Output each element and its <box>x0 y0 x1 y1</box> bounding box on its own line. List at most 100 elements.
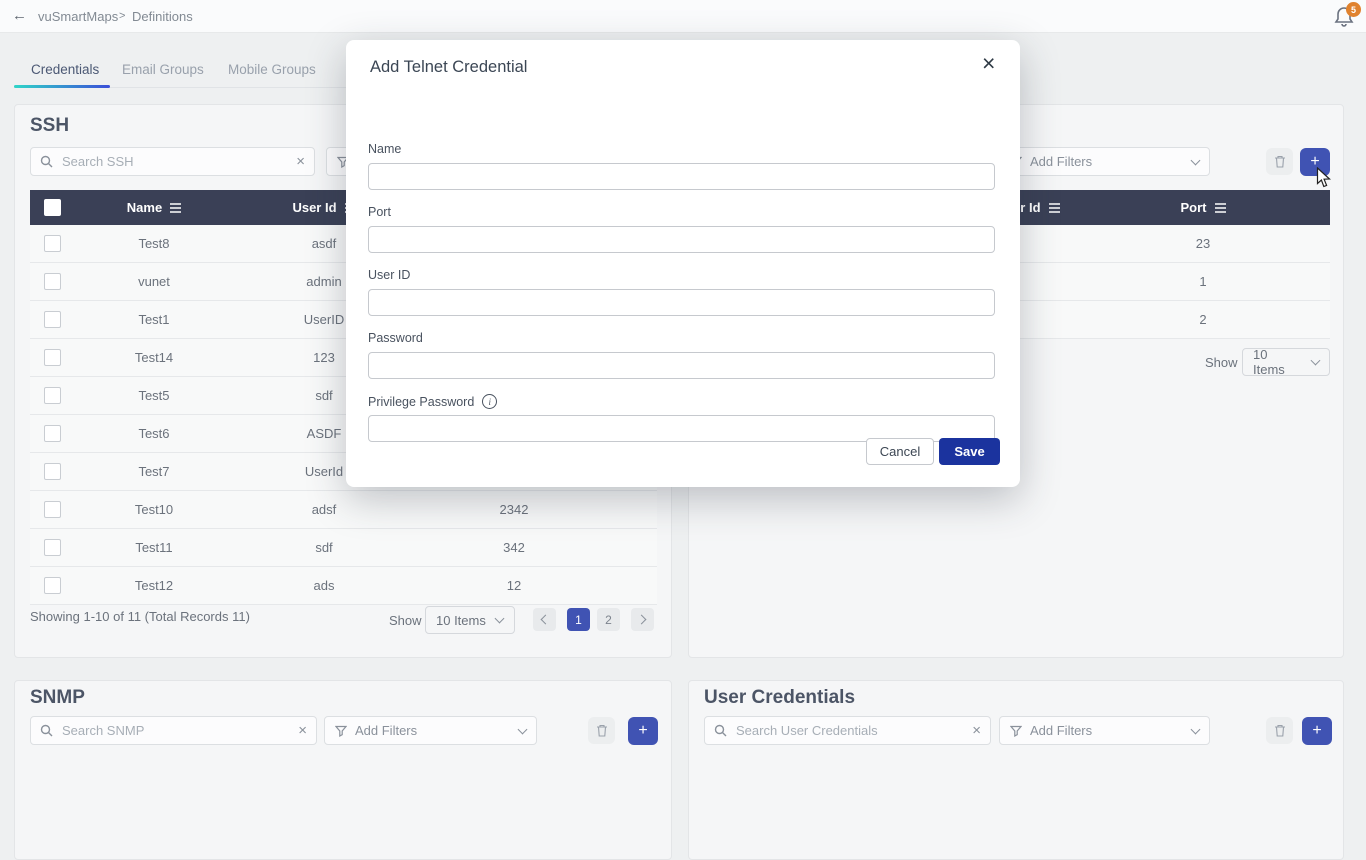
pager-prev-button[interactable] <box>533 608 556 631</box>
breadcrumb-current: Definitions <box>132 9 193 24</box>
chevron-left-icon <box>541 615 551 625</box>
row-checkbox[interactable] <box>44 273 61 290</box>
row-checkbox[interactable] <box>44 387 61 404</box>
cell-user-id: sdf <box>234 540 414 555</box>
field-label-password: Password <box>368 331 423 345</box>
cell-name: Test7 <box>74 464 234 479</box>
notification-badge: 5 <box>1346 2 1361 17</box>
clear-search-icon[interactable]: × <box>298 723 307 738</box>
trash-icon <box>1274 724 1286 737</box>
user-credentials-filters-dropdown[interactable]: Add Filters <box>999 716 1210 745</box>
field-label-privilege-password: Privilege Password i <box>368 394 497 409</box>
cell-port: 2342 <box>414 502 614 517</box>
cell-name: vunet <box>74 274 234 289</box>
field-label-user-id: User ID <box>368 268 410 282</box>
select-all-checkbox[interactable] <box>44 199 61 216</box>
telnet-page-size-select[interactable]: 10 Items <box>1242 348 1330 376</box>
cell-port: 1 <box>1128 274 1278 289</box>
tab-email-groups[interactable]: Email Groups <box>122 62 204 77</box>
row-checkbox[interactable] <box>44 235 61 252</box>
snmp-section-title: SNMP <box>30 687 85 709</box>
chevron-down-icon <box>1191 724 1201 734</box>
password-field[interactable] <box>368 352 995 379</box>
snmp-card <box>14 680 672 860</box>
ssh-search-input[interactable] <box>60 153 289 170</box>
name-field[interactable] <box>368 163 995 190</box>
cell-name: Test1 <box>74 312 234 327</box>
chevron-down-icon <box>494 614 504 624</box>
row-checkbox[interactable] <box>44 425 61 442</box>
search-icon <box>40 155 53 168</box>
telnet-filters-dropdown[interactable]: Add Filters <box>999 147 1210 176</box>
table-row: Test11sdf342 <box>30 529 657 567</box>
snmp-delete-button[interactable] <box>588 717 615 744</box>
close-icon[interactable]: × <box>982 52 995 75</box>
notifications-button[interactable]: 5 <box>1334 5 1360 29</box>
field-label-port: Port <box>368 205 391 219</box>
chevron-down-icon <box>1311 356 1321 366</box>
add-telnet-credential-modal: Add Telnet Credential × Name Port User I… <box>346 40 1020 487</box>
user-credentials-section-title: User Credentials <box>704 687 855 709</box>
user-credentials-add-button[interactable]: + <box>1302 717 1332 745</box>
cell-user-id: adsf <box>234 502 414 517</box>
cell-port: 23 <box>1128 236 1278 251</box>
page-size-value: 10 Items <box>1253 347 1302 377</box>
ssh-page-size-select[interactable]: 10 Items <box>425 606 515 634</box>
info-icon[interactable]: i <box>482 394 497 409</box>
cell-name: Test10 <box>74 502 234 517</box>
chevron-right-icon <box>637 615 647 625</box>
funnel-icon <box>1010 725 1022 737</box>
trash-icon <box>1274 155 1286 168</box>
row-checkbox[interactable] <box>44 501 61 518</box>
sort-icon[interactable] <box>1049 203 1060 205</box>
page-size-value: 10 Items <box>436 613 486 628</box>
user-credentials-search-box[interactable]: × <box>704 716 991 745</box>
back-arrow-icon[interactable]: ← <box>12 7 27 24</box>
table-row: Test12ads12 <box>30 567 657 605</box>
telnet-delete-button[interactable] <box>1266 148 1293 175</box>
table-row: Test10adsf2342 <box>30 491 657 529</box>
cancel-button[interactable]: Cancel <box>866 438 934 465</box>
tab-mobile-groups[interactable]: Mobile Groups <box>228 62 316 77</box>
ssh-section-title: SSH <box>30 115 69 137</box>
user-credentials-delete-button[interactable] <box>1266 717 1293 744</box>
tab-credentials[interactable]: Credentials <box>31 62 99 77</box>
sort-icon[interactable] <box>1215 203 1226 205</box>
save-button[interactable]: Save <box>939 438 1000 465</box>
user-id-field[interactable] <box>368 289 995 316</box>
cell-name: Test11 <box>74 540 234 555</box>
show-label: Show <box>389 613 422 628</box>
cell-port: 12 <box>414 578 614 593</box>
plus-icon: + <box>638 722 647 740</box>
row-checkbox[interactable] <box>44 349 61 366</box>
cell-user-id: ads <box>234 578 414 593</box>
row-checkbox[interactable] <box>44 539 61 556</box>
breadcrumb-root[interactable]: vuSmartMaps <box>38 9 118 24</box>
cell-name: Test14 <box>74 350 234 365</box>
column-header-name: Name <box>127 200 162 215</box>
ssh-records-summary: Showing 1-10 of 11 (Total Records 11) <box>30 609 250 624</box>
pager-page-2[interactable]: 2 <box>597 608 620 631</box>
user-credentials-search-input[interactable] <box>734 722 965 739</box>
pager-page-1[interactable]: 1 <box>567 608 590 631</box>
port-field[interactable] <box>368 226 995 253</box>
snmp-add-button[interactable]: + <box>628 717 658 745</box>
clear-search-icon[interactable]: × <box>972 723 981 738</box>
funnel-icon <box>335 725 347 737</box>
row-checkbox[interactable] <box>44 577 61 594</box>
plus-icon: + <box>1312 722 1321 740</box>
snmp-filters-dropdown[interactable]: Add Filters <box>324 716 537 745</box>
ssh-search-box[interactable]: × <box>30 147 315 176</box>
telnet-filters-label: Add Filters <box>1030 154 1092 169</box>
active-tab-indicator <box>14 85 110 88</box>
snmp-search-input[interactable] <box>60 722 291 739</box>
cell-name: Test12 <box>74 578 234 593</box>
search-icon <box>40 724 53 737</box>
row-checkbox[interactable] <box>44 311 61 328</box>
sort-icon[interactable] <box>170 203 181 205</box>
clear-search-icon[interactable]: × <box>296 154 305 169</box>
row-checkbox[interactable] <box>44 463 61 480</box>
breadcrumb-separator: > <box>119 10 125 22</box>
pager-next-button[interactable] <box>631 608 654 631</box>
snmp-search-box[interactable]: × <box>30 716 317 745</box>
